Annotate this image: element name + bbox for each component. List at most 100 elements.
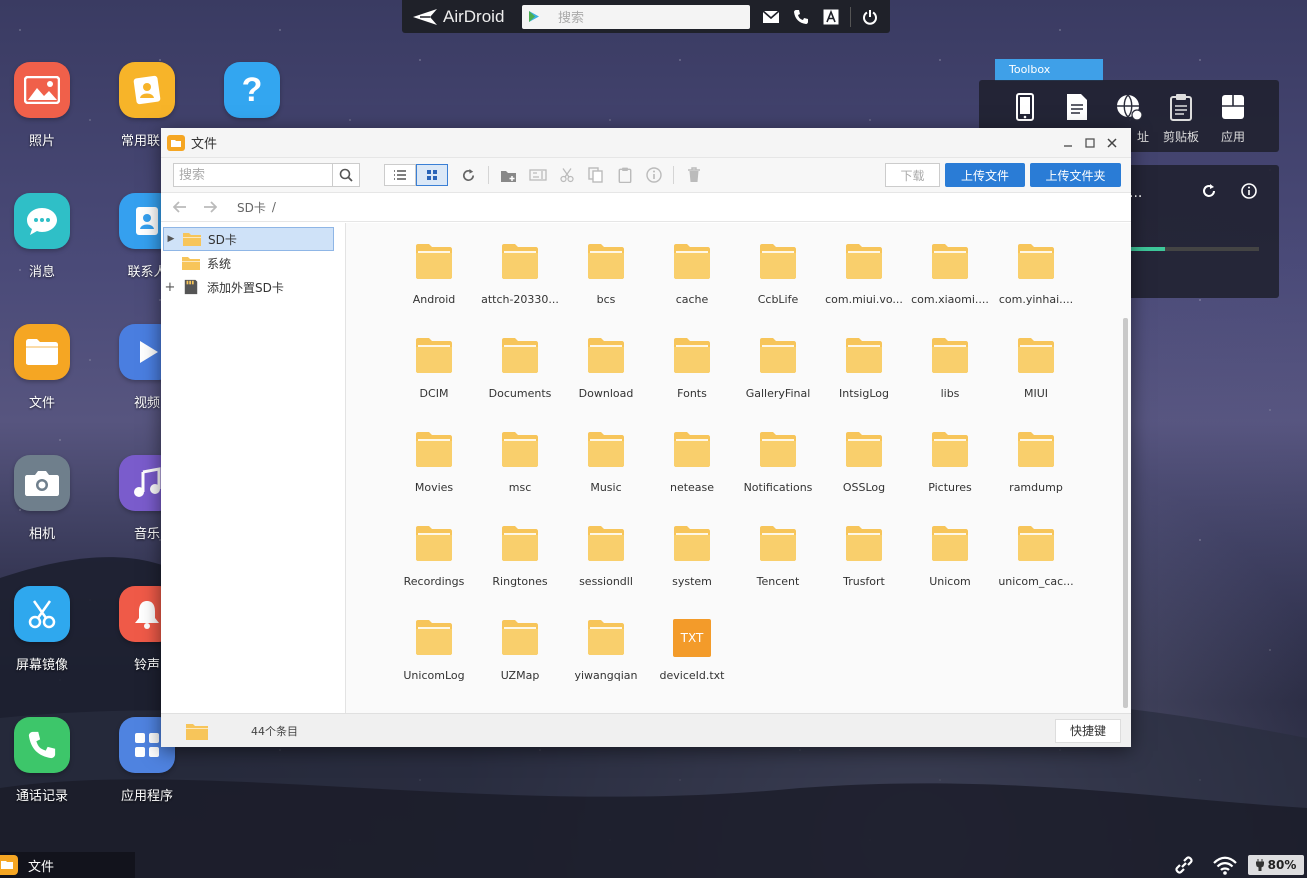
folder-item[interactable]: com.yinhai....: [993, 235, 1079, 329]
folder-icon: [500, 615, 540, 659]
folder-item[interactable]: UnicomLog: [391, 611, 477, 705]
folder-item[interactable]: Documents: [477, 329, 563, 423]
folder-item[interactable]: CcbLife: [735, 235, 821, 329]
top-search-input[interactable]: 搜索: [522, 4, 750, 29]
refresh-icon[interactable]: [1201, 183, 1217, 202]
desktop-icon-photos[interactable]: 照片: [0, 62, 87, 149]
tree-item-add-external-sd[interactable]: + 添加外置SD卡: [163, 275, 334, 299]
file-item[interactable]: TXT deviceId.txt: [649, 611, 735, 705]
folder-item[interactable]: Unicom: [907, 517, 993, 611]
folder-icon: [930, 239, 970, 283]
folder-item[interactable]: cache: [649, 235, 735, 329]
folder-item[interactable]: GalleryFinal: [735, 329, 821, 423]
folder-item[interactable]: Tencent: [735, 517, 821, 611]
folder-item[interactable]: sessiondll: [563, 517, 649, 611]
scrollbar[interactable]: [1123, 318, 1128, 708]
folder-item[interactable]: Fonts: [649, 329, 735, 423]
refresh-button[interactable]: [454, 162, 483, 188]
folder-item[interactable]: DCIM: [391, 329, 477, 423]
file-search-input[interactable]: [174, 164, 332, 186]
folder-item[interactable]: attch-20330...: [477, 235, 563, 329]
delete-button[interactable]: [679, 162, 708, 188]
folder-item[interactable]: Pictures: [907, 423, 993, 517]
upload-file-button[interactable]: 上传文件: [945, 163, 1025, 187]
cut-button[interactable]: [552, 162, 581, 188]
folder-item[interactable]: Recordings: [391, 517, 477, 611]
desktop-icon-camera[interactable]: 相机: [0, 455, 87, 542]
info-icon[interactable]: [1241, 183, 1257, 202]
desktop-icon-help[interactable]: ?: [207, 62, 297, 118]
search-button[interactable]: [332, 164, 359, 186]
folder-item[interactable]: com.xiaomi....: [907, 235, 993, 329]
folder-item[interactable]: Trusfort: [821, 517, 907, 611]
upload-folder-button[interactable]: 上传文件夹: [1030, 163, 1121, 187]
folder-item[interactable]: Notifications: [735, 423, 821, 517]
toolbox-tab[interactable]: Toolbox: [995, 59, 1103, 81]
toolbox-item-clipboard[interactable]: 剪贴板: [1155, 90, 1207, 152]
folder-item[interactable]: system: [649, 517, 735, 611]
folder-item[interactable]: bcs: [563, 235, 649, 329]
folder-icon: [500, 521, 540, 565]
file-name: Recordings: [403, 575, 465, 588]
airdroid-logo[interactable]: AirDroid: [412, 7, 522, 27]
folder-item[interactable]: libs: [907, 329, 993, 423]
new-folder-button[interactable]: [494, 162, 523, 188]
power-icon[interactable]: [855, 0, 885, 33]
folder-item[interactable]: OSSLog: [821, 423, 907, 517]
download-button[interactable]: 下载: [885, 163, 940, 187]
minimize-button[interactable]: [1057, 128, 1079, 158]
file-name: Fonts: [677, 387, 707, 400]
tree-item-system[interactable]: 系统: [163, 251, 334, 275]
folder-tree: ▶ SD卡 系统 + 添加外置SD卡: [161, 223, 346, 713]
folder-item[interactable]: UZMap: [477, 611, 563, 705]
folder-item[interactable]: yiwangqian: [563, 611, 649, 705]
list-view-button[interactable]: [384, 164, 416, 186]
desktop-icon-label: 通话记录: [15, 789, 68, 804]
paper-plane-icon: [413, 8, 437, 25]
desktop-icon-files[interactable]: 文件: [0, 324, 87, 411]
plus-icon[interactable]: +: [163, 280, 177, 295]
grid-view-button[interactable]: [416, 164, 448, 186]
window-titlebar[interactable]: 文件: [161, 128, 1131, 158]
folder-item[interactable]: netease: [649, 423, 735, 517]
desktop-icon-call-log[interactable]: 通话记录: [0, 717, 87, 804]
folder-item[interactable]: ramdump: [993, 423, 1079, 517]
paste-icon: [618, 167, 631, 183]
file-toolbar: 下载 上传文件 上传文件夹: [161, 158, 1131, 193]
text-input-icon[interactable]: [816, 0, 846, 33]
breadcrumb-sdcard[interactable]: SD卡: [237, 199, 266, 216]
taskbar-app-files[interactable]: 文件: [0, 852, 135, 878]
folder-item[interactable]: Music: [563, 423, 649, 517]
paste-button[interactable]: [610, 162, 639, 188]
file-name: Download: [578, 387, 634, 400]
file-name: IntsigLog: [839, 387, 889, 400]
rename-button[interactable]: [523, 162, 552, 188]
back-arrow-icon[interactable]: [172, 198, 203, 217]
toolbox-item-apps[interactable]: 应用: [1207, 90, 1259, 152]
message-icon[interactable]: [756, 0, 786, 33]
folder-item[interactable]: IntsigLog: [821, 329, 907, 423]
folder-icon: [586, 521, 626, 565]
info-button[interactable]: [639, 162, 668, 188]
folder-item[interactable]: unicom_cac...: [993, 517, 1079, 611]
phone-call-icon[interactable]: [786, 0, 816, 33]
forward-arrow-icon[interactable]: [203, 198, 233, 217]
folder-item[interactable]: com.miui.vo...: [821, 235, 907, 329]
desktop-icon-label: 屏幕镜像: [15, 658, 68, 673]
close-button[interactable]: [1101, 128, 1123, 158]
copy-button[interactable]: [581, 162, 610, 188]
folder-item[interactable]: MIUI: [993, 329, 1079, 423]
expand-arrow-icon[interactable]: ▶: [164, 234, 178, 244]
folder-item[interactable]: Download: [563, 329, 649, 423]
folder-item[interactable]: Ringtones: [477, 517, 563, 611]
shortcut-keys-button[interactable]: 快捷键: [1055, 718, 1121, 743]
desktop-icon-screen-mirror[interactable]: 屏幕镜像: [0, 586, 87, 673]
folder-item[interactable]: msc: [477, 423, 563, 517]
link-icon[interactable]: [1174, 855, 1194, 875]
maximize-button[interactable]: [1079, 128, 1101, 158]
folder-item[interactable]: Movies: [391, 423, 477, 517]
tree-item-sdcard[interactable]: ▶ SD卡: [163, 227, 334, 251]
folder-item[interactable]: Android: [391, 235, 477, 329]
desktop-icon-messages[interactable]: 消息: [0, 193, 87, 280]
file-manager-window: 文件 搜索 下载 上传文件 上传文件夹 SD卡 / ▶ SD卡 系统 + 添加外…: [161, 128, 1131, 747]
